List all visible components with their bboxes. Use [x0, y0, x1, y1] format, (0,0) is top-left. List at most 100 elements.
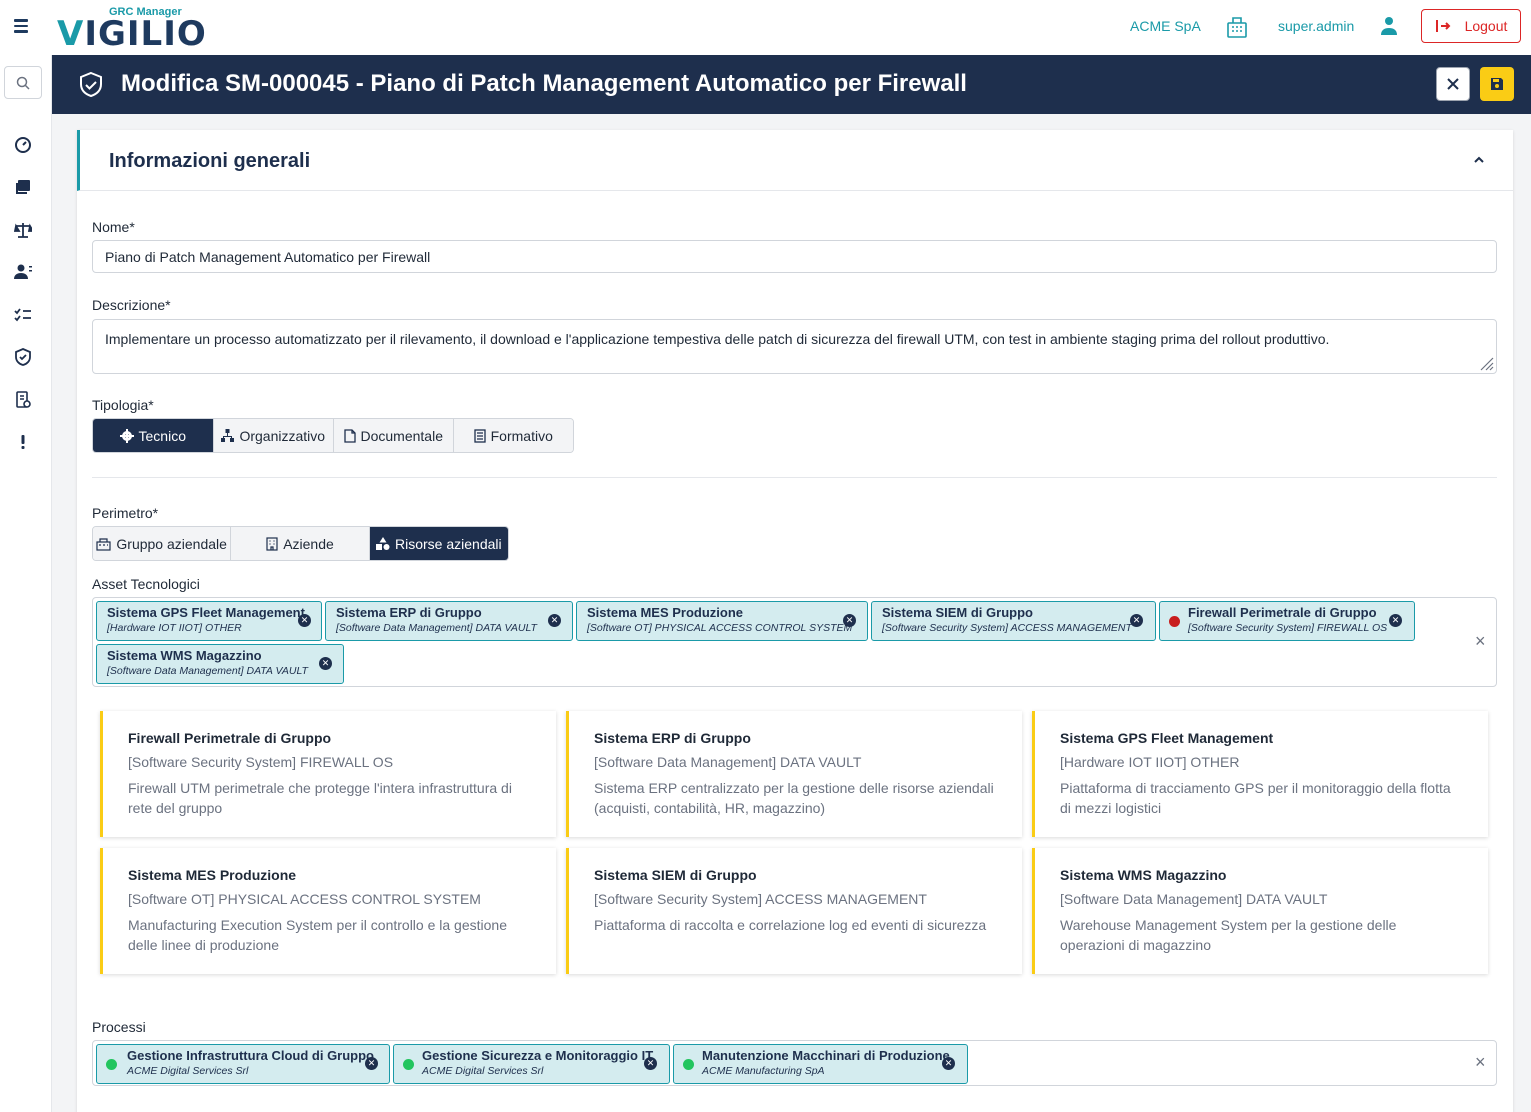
status-dot: [403, 1059, 414, 1070]
divider: [92, 477, 1497, 478]
dashboard-icon[interactable]: [13, 135, 33, 155]
tipologia-selector: Tecnico Organizzativo Documentale Format…: [92, 418, 574, 453]
asset-chip-title: Firewall Perimetrale di Gruppo: [1188, 605, 1377, 620]
building-icon: [266, 536, 278, 551]
shield-check-icon[interactable]: [13, 347, 33, 367]
checklist-icon[interactable]: [13, 305, 33, 325]
remove-chip-icon[interactable]: ✕: [365, 1057, 378, 1070]
remove-chip-icon[interactable]: ✕: [1130, 614, 1143, 627]
asset-chip-subtitle: [Software Data Management] DATA VAULT: [336, 622, 537, 634]
user-list-icon[interactable]: [13, 262, 33, 282]
asset-card[interactable]: Sistema WMS Magazzino [Software Data Man…: [1032, 848, 1488, 974]
perimetro-aziende-button[interactable]: Aziende: [231, 527, 370, 560]
asset-card[interactable]: Sistema SIEM di Gruppo [Software Securit…: [566, 848, 1022, 974]
close-button[interactable]: [1436, 67, 1470, 101]
company-name[interactable]: ACME SpA: [1130, 18, 1201, 34]
asset-card[interactable]: Firewall Perimetrale di Gruppo [Software…: [100, 711, 556, 837]
user-icon[interactable]: [1380, 16, 1398, 36]
sitemap-icon: [221, 429, 235, 442]
perimetro-risorse-label: Risorse aziendali: [395, 535, 502, 552]
menu-icon[interactable]: [14, 16, 36, 36]
asset-card-category: [Software OT] PHYSICAL ACCESS CONTROL SY…: [128, 891, 481, 907]
remove-chip-icon[interactable]: ✕: [942, 1057, 955, 1070]
asset-card-name: Sistema ERP di Gruppo: [594, 730, 751, 746]
status-dot: [683, 1059, 694, 1070]
tipologia-documentale-button[interactable]: Documentale: [334, 419, 454, 452]
asset-card-category: [Hardware IOT IIOT] OTHER: [1060, 754, 1240, 770]
remove-chip-icon[interactable]: ✕: [319, 657, 332, 670]
asset-chip-title: Sistema MES Produzione: [587, 605, 744, 620]
close-icon: [1447, 78, 1459, 90]
process-chip-subtitle: ACME Digital Services Srl: [422, 1065, 544, 1077]
asset-card-description: Warehouse Management System per la gesti…: [1060, 917, 1397, 953]
processi-multiselect[interactable]: Gestione Infrastruttura Cloud di Gruppo …: [92, 1040, 1497, 1086]
descrizione-label: Descrizione*: [92, 297, 171, 313]
app-logo[interactable]: GRC Manager VIGILIO: [57, 4, 206, 54]
logout-button[interactable]: Logout: [1421, 9, 1521, 43]
asset-card-name: Firewall Perimetrale di Gruppo: [128, 730, 332, 746]
remove-chip-icon[interactable]: ✕: [548, 614, 561, 627]
asset-card[interactable]: Sistema ERP di Gruppo [Software Data Man…: [566, 711, 1022, 837]
report-icon[interactable]: [13, 390, 33, 410]
asset-multiselect[interactable]: Sistema GPS Fleet Management [Hardware I…: [92, 597, 1497, 687]
perimetro-label: Perimetro*: [92, 505, 159, 521]
asset-chip-title: Sistema SIEM di Gruppo: [882, 605, 1033, 620]
library-icon[interactable]: [13, 177, 33, 197]
sidebar-search-button[interactable]: [4, 66, 42, 99]
process-chip: Gestione Sicurezza e Monitoraggio IT ACM…: [393, 1044, 670, 1084]
remove-chip-icon[interactable]: ✕: [1389, 614, 1402, 627]
shield-check-icon: [80, 71, 102, 98]
asset-chip: Sistema SIEM di Gruppo [Software Securit…: [871, 601, 1156, 641]
balance-scale-icon[interactable]: [13, 220, 33, 240]
user-name[interactable]: super.admin: [1278, 18, 1354, 34]
asset-card-description: Piattaforma di raccolta e correlazione l…: [594, 917, 987, 933]
remove-chip-icon[interactable]: ✕: [843, 614, 856, 627]
asset-chip: Sistema GPS Fleet Management [Hardware I…: [96, 601, 322, 641]
logout-label: Logout: [1464, 18, 1508, 34]
resize-handle-icon[interactable]: [1478, 355, 1494, 371]
asset-card-category: [Software Security System] FIREWALL OS: [128, 754, 394, 770]
general-info-card: Informazioni generali Nome* Piano di Pat…: [77, 130, 1513, 1112]
asset-card[interactable]: Sistema GPS Fleet Management [Hardware I…: [1032, 711, 1488, 837]
tipologia-formativo-button[interactable]: Formativo: [453, 419, 573, 452]
remove-chip-icon[interactable]: ✕: [298, 614, 311, 627]
building-icon[interactable]: [1225, 15, 1249, 39]
asset-card-description: Piattaforma di tracciamento GPS per il m…: [1060, 780, 1451, 816]
chevron-up-icon[interactable]: [1472, 153, 1486, 167]
tipologia-tecnico-label: Tecnico: [138, 427, 186, 444]
perimetro-aziende-label: Aziende: [283, 535, 334, 552]
asset-card-description: Firewall UTM perimetrale che protegge l'…: [128, 780, 512, 816]
clear-all-icon[interactable]: ×: [1475, 631, 1486, 652]
tipologia-organizzativo-button[interactable]: Organizzativo: [213, 419, 334, 452]
asset-chip-subtitle: [Software Security System] FIREWALL OS: [1188, 622, 1388, 634]
save-button[interactable]: [1480, 67, 1514, 101]
page-header: Modifica SM-000045 - Piano di Patch Mana…: [52, 55, 1531, 114]
asset-card-name: Sistema GPS Fleet Management: [1060, 730, 1274, 746]
asset-chip: Sistema WMS Magazzino [Software Data Man…: [96, 644, 344, 684]
asset-card-description: Manufacturing Execution System per il co…: [128, 917, 507, 953]
asset-chip: Sistema ERP di Gruppo [Software Data Man…: [325, 601, 573, 641]
tipologia-documentale-label: Documentale: [360, 427, 444, 444]
page-title: Modifica SM-000045 - Piano di Patch Mana…: [121, 70, 967, 97]
clear-all-icon[interactable]: ×: [1475, 1052, 1486, 1073]
asset-chip-subtitle: [Software Security System] ACCESS MANAGE…: [882, 622, 1132, 634]
perimetro-gruppo-button[interactable]: Gruppo aziendale: [93, 527, 232, 560]
descrizione-textarea[interactable]: Implementare un processo automatizzato p…: [92, 319, 1497, 374]
asset-label: Asset Tecnologici: [92, 576, 200, 592]
nome-input[interactable]: Piano di Patch Management Automatico per…: [92, 240, 1497, 273]
process-chip: Gestione Infrastruttura Cloud di Gruppo …: [96, 1044, 390, 1084]
tipologia-formativo-label: Formativo: [490, 427, 553, 444]
perimetro-risorse-button[interactable]: Risorse aziendali: [369, 527, 508, 560]
process-chip: Manutenzione Macchinari di Produzione AC…: [673, 1044, 968, 1084]
tipologia-tecnico-button[interactable]: Tecnico: [93, 419, 214, 452]
building-group-icon: [96, 537, 111, 551]
perimetro-selector: Gruppo aziendale Aziende Risorse azienda…: [92, 526, 509, 561]
status-dot: [1169, 616, 1180, 627]
asset-card-category: [Software Data Management] DATA VAULT: [594, 754, 862, 770]
asset-chip-title: Sistema WMS Magazzino: [107, 648, 262, 663]
section-header[interactable]: Informazioni generali: [77, 130, 1513, 191]
exclamation-icon[interactable]: [13, 432, 33, 452]
process-chip-title: Gestione Sicurezza e Monitoraggio IT: [422, 1048, 654, 1063]
asset-card[interactable]: Sistema MES Produzione [Software OT] PHY…: [100, 848, 556, 974]
remove-chip-icon[interactable]: ✕: [644, 1057, 657, 1070]
